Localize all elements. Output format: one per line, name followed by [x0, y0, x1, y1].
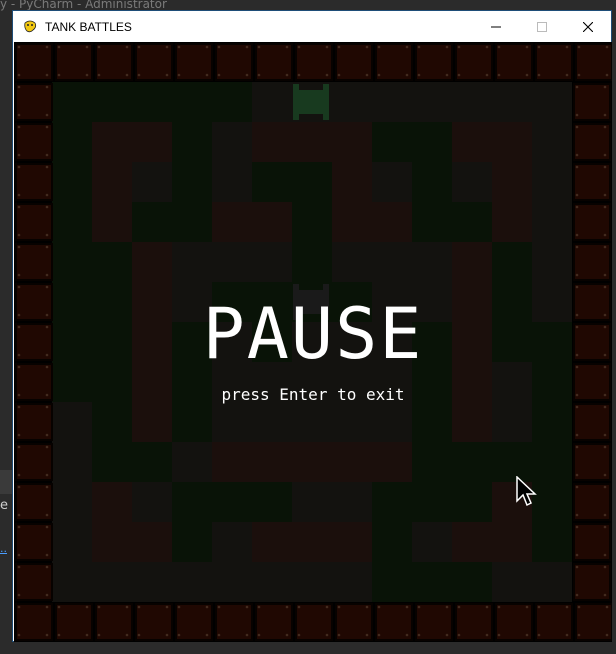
pause-title: PAUSE: [202, 293, 424, 375]
window-title: TANK BATTLES: [45, 19, 132, 34]
minimize-icon: [491, 26, 501, 27]
background-link-fragment: ..: [0, 542, 7, 555]
maximize-button[interactable]: [519, 11, 565, 42]
title-bar[interactable]: TANK BATTLES: [13, 11, 611, 42]
pygame-snake-icon: [22, 19, 38, 35]
mouse-cursor-icon: [516, 476, 537, 507]
background-error-marker: [0, 58, 12, 70]
close-button[interactable]: [565, 11, 611, 42]
minimize-button[interactable]: [473, 11, 519, 42]
pause-hint: press Enter to exit: [221, 385, 405, 404]
game-area[interactable]: PAUSE press Enter to exit: [14, 42, 612, 642]
background-panel: [0, 470, 12, 494]
close-icon: [583, 21, 593, 32]
game-window: TANK BATTLES PAUSE press Enter to exit: [12, 10, 612, 642]
background-text-fragment: e: [0, 498, 8, 513]
maximize-icon: [537, 21, 547, 32]
